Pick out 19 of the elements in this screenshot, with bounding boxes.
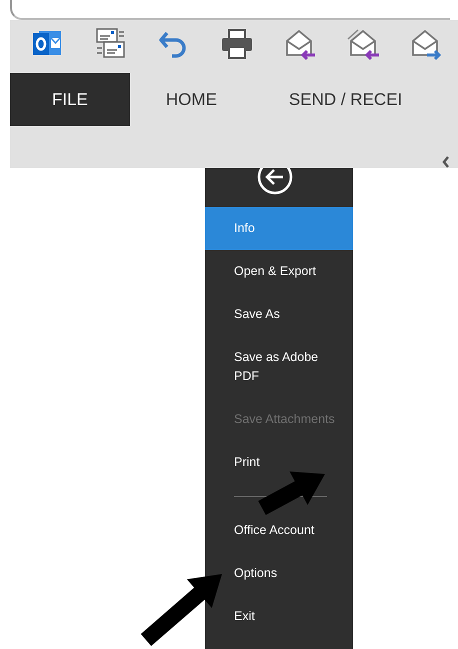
menu-item[interactable]: Office Account — [205, 509, 353, 552]
menu-item[interactable]: Open & Export — [205, 250, 353, 293]
forward-mail-icon[interactable] — [409, 27, 443, 61]
reply-all-mail-icon[interactable] — [346, 27, 380, 61]
printer-icon[interactable] — [220, 27, 254, 61]
menu-item[interactable]: Save As — [205, 293, 353, 336]
menu-item[interactable]: Print — [205, 441, 353, 484]
menu-item[interactable]: Options — [205, 552, 353, 595]
ribbon-tab[interactable]: FILE — [10, 73, 130, 126]
ribbon-tab[interactable]: HOME — [130, 73, 253, 126]
back-arrow-icon[interactable] — [256, 168, 294, 196]
pointer-arrow — [258, 472, 325, 515]
ribbon-tab[interactable]: SEND / RECEI — [252, 73, 438, 126]
reply-mail-icon[interactable] — [283, 27, 317, 61]
envelopes-icon[interactable] — [94, 27, 128, 61]
menu-item[interactable]: Info — [205, 207, 353, 250]
menu-item[interactable]: Save as Adobe PDF — [205, 336, 353, 398]
menu-item[interactable]: Exit — [205, 595, 353, 638]
collapse-chevron-icon[interactable] — [442, 156, 450, 168]
